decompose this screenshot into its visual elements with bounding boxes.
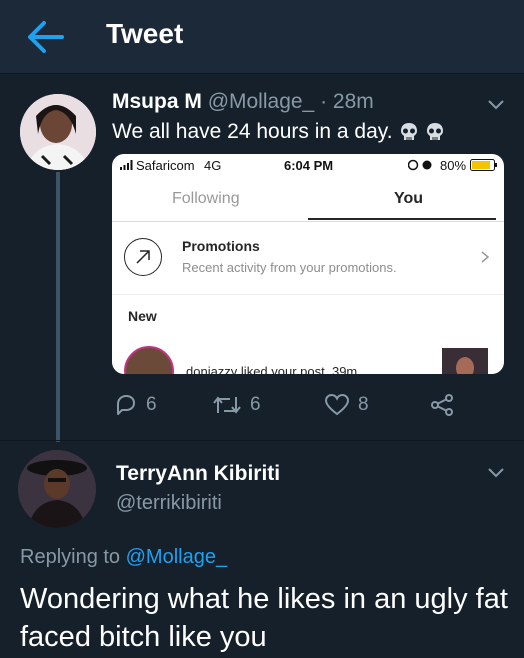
notification-avatar (124, 346, 174, 374)
tab-following: Following (172, 190, 240, 207)
tweet1-chevron-down-icon[interactable] (486, 98, 506, 112)
alarm-icon (408, 159, 432, 171)
skull-icon (400, 123, 417, 140)
divider (112, 294, 504, 295)
share-button[interactable] (430, 392, 454, 418)
retweet-count: 6 (250, 394, 261, 415)
tab-you: You (394, 190, 424, 207)
like-count: 8 (358, 394, 369, 415)
replying-to-label: Replying to (20, 546, 121, 568)
replying-to-handle[interactable]: @Mollage_ (126, 546, 227, 568)
share-icon (431, 394, 453, 416)
signal-icon (120, 160, 133, 170)
tweet1-time[interactable]: 28m (333, 90, 374, 113)
tweet1-text: We all have 24 hours in a day. (112, 120, 445, 144)
avatar-msupa[interactable] (20, 94, 96, 170)
promotions-subtitle: Recent activity from your promotions. (182, 260, 397, 275)
avatar-terryann[interactable] (18, 450, 96, 528)
page-title: Tweet (106, 18, 184, 49)
retweet-icon (213, 396, 241, 414)
reply-count: 6 (146, 394, 157, 415)
tweet1-header: Msupa M @Mollage_ · 28m (112, 90, 374, 114)
tweet2-author-name[interactable]: TerryAnn Kibiriti (116, 462, 280, 486)
back-arrow-icon[interactable] (26, 20, 66, 54)
divider (0, 440, 524, 441)
tweet1-handle[interactable]: @Mollage_ (208, 90, 315, 113)
replying-to: Replying to @Mollage_ (20, 546, 227, 569)
tweet1-attached-image[interactable]: Safaricom 4G 6:04 PM 80% Following You P… (112, 154, 504, 374)
promotions-title: Promotions (182, 238, 260, 254)
battery-icon (470, 159, 497, 171)
network-type: 4G (204, 158, 222, 173)
reply-button[interactable]: 6 (114, 392, 157, 418)
activity-tabs: Following You (112, 178, 504, 222)
tweet2-body: Wondering what he likes in an ugly fat f… (20, 583, 508, 653)
like-button[interactable]: 8 (324, 392, 369, 418)
heart-icon (324, 393, 350, 416)
chevron-right-icon (481, 251, 490, 263)
tweet2-chevron-down-icon[interactable] (486, 466, 506, 480)
battery-percent: 80% (440, 158, 467, 173)
tweet1-dot: · (320, 90, 328, 113)
tab-active-indicator (308, 218, 496, 220)
skull-icon (426, 123, 443, 140)
thread-line (56, 172, 60, 442)
phone-status-bar: Safaricom 4G 6:04 PM 80% (112, 154, 504, 176)
section-new-label: New (128, 308, 157, 324)
tweet1-body: We all have 24 hours in a day. (112, 120, 393, 143)
retweet-button[interactable]: 6 (212, 392, 261, 418)
carrier-name: Safaricom (136, 158, 195, 173)
reply-icon (117, 395, 135, 415)
notification-text: doniazzy liked your post. 39m (186, 364, 358, 374)
tweet2-handle[interactable]: @terrikibiriti (116, 492, 222, 515)
tweet1-author-name[interactable]: Msupa M (112, 90, 202, 113)
notification-thumbnail (442, 348, 488, 374)
promotions-arrow-icon (124, 238, 162, 276)
top-bar: Tweet (0, 0, 524, 74)
phone-clock: 6:04 PM (284, 158, 334, 173)
